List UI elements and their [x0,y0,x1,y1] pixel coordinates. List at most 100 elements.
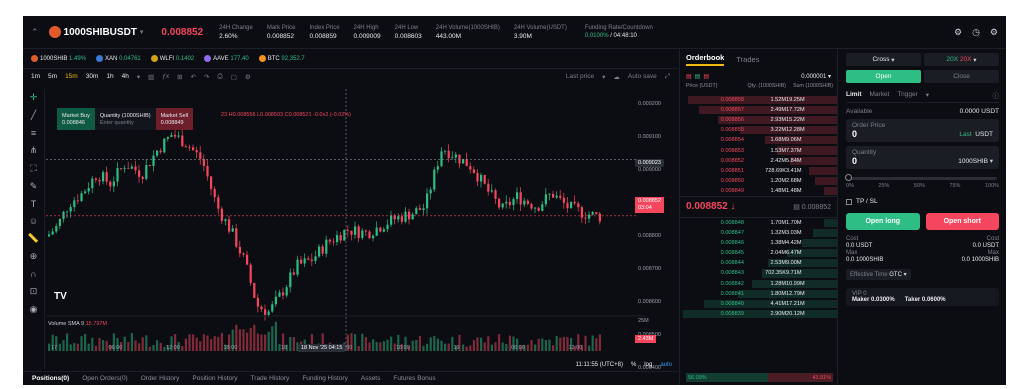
bottom-tab[interactable]: Order History [141,375,180,382]
tab-trigger[interactable]: Trigger [897,91,917,98]
log-toggle[interactable]: log [644,362,652,368]
orderbook-level[interactable]: 0.008858 1.52M 19.25M [680,95,837,105]
interval-15m[interactable]: 15m [65,73,78,80]
orderbook-level[interactable]: 0.008839 2.90M 20.12M [680,309,837,319]
quick-qty-field[interactable]: Quantity (1000SHIB) Enter quantity [94,108,156,130]
market-sell-button[interactable]: Market Sell 0.008849 [155,108,194,130]
layout-icon[interactable]: ▢ [231,73,237,81]
market-buy-button[interactable]: Market Buy 0.008846 [57,108,95,130]
quantity-field[interactable]: Quantity 0 1000SHIB ▾ [846,146,999,169]
order-price-field[interactable]: Order Price 0 Last USDT [846,119,999,142]
both-view-icon[interactable]: ▤ [686,73,692,80]
tpsl-checkbox[interactable] [846,198,852,205]
bids-view-icon[interactable]: ▤ [695,73,701,80]
ticker-item[interactable]: AAVE 177.40 [204,55,249,62]
orderbook-level[interactable]: 0.008846 1.38M 4.42M [680,238,837,248]
orderbook-level[interactable]: 0.008844 2.53M 9.00M [680,258,837,268]
bottom-tab[interactable]: Futures Bonus [393,375,435,382]
gear-icon[interactable]: ⚙ [990,27,998,38]
orderbook-level[interactable]: 0.008853 1.53M 7.37M [680,145,837,155]
close-tab[interactable]: Close [924,70,999,83]
asks-view-icon[interactable]: ▤ [703,73,709,80]
bottom-tab[interactable]: Positions(0) [32,375,69,382]
trendline-icon[interactable]: ╱ [31,110,36,121]
quantity-slider[interactable] [845,174,997,181]
tab-orderbook[interactable]: Orderbook [686,53,725,66]
tab-market[interactable]: Market [870,91,890,98]
tab-limit[interactable]: Limit [846,91,862,98]
orderbook-level[interactable]: 0.008847 1.32M 3.03M [680,228,837,238]
bottom-tab[interactable]: Funding History [302,375,348,382]
ticker-item[interactable]: BTC 92,352.7 [258,55,305,62]
percent-toggle[interactable]: % [631,362,636,368]
orderbook-level[interactable]: 0.008845 2.04M 6.47M [680,248,837,258]
hlines-icon[interactable]: ≡ [31,128,36,138]
chevron-down-icon[interactable]: ▾ [137,73,140,81]
autosave-label[interactable]: Auto save [628,73,657,80]
pitchfork-icon[interactable]: ⋔ [30,145,38,156]
orderbook-level[interactable]: 0.008849 1.48M 1.48M [680,186,837,196]
info-icon[interactable]: ⓘ [993,90,1000,100]
last-price-btn[interactable]: Last [959,131,971,138]
symbol-selector[interactable]: 1000SHIBUSDT ▾ [48,26,143,38]
slider-handle[interactable] [845,174,852,181]
open-long-button[interactable]: Open long [846,213,920,230]
eye-icon[interactable]: ◉ [30,304,38,315]
text-icon[interactable]: T [31,199,37,209]
interval-1h[interactable]: 1h [106,73,113,80]
tab-trades[interactable]: Trades [736,55,759,64]
open-tab[interactable]: Open [846,70,921,83]
ticker-item[interactable]: WLFI 0.1402 [150,55,194,62]
undo-icon[interactable]: ↶ [191,73,196,81]
leverage-select[interactable]: 20X 20X ▾ [924,53,999,66]
quantity-unit[interactable]: 1000SHIB [958,158,988,165]
precision-select[interactable]: 0.000001 ▾ [801,73,831,80]
orderbook-level[interactable]: 0.008850 1.20M 2.68M [680,176,837,186]
zoom-icon[interactable]: ⊕ [30,251,38,262]
orderbook-level[interactable]: 0.008842 1.28M 10.99M [680,279,837,289]
emoji-icon[interactable]: ☺ [29,216,38,226]
bottom-tab[interactable]: Open Orders(0) [82,375,128,382]
level-sum: 6.47M [786,250,802,257]
timer-icon[interactable]: ◷ [972,27,980,38]
orderbook-level[interactable]: 0.008840 4.41M 17.21M [680,299,837,309]
lock-icon[interactable]: ⊡ [30,286,38,297]
ticker-item[interactable]: 1000SHIB 1.49% [31,55,86,62]
magnet-icon[interactable]: ∩ [30,269,36,279]
orderbook-level[interactable]: 0.008852 2.42M 5.84M [680,156,837,166]
collapse-icon[interactable]: ⌃ [31,27,39,38]
interval-4h[interactable]: 4h [122,73,129,80]
interval-30m[interactable]: 30m [86,73,99,80]
fullscreen-icon[interactable]: ⤢ [665,73,670,81]
last-price-select[interactable]: Last price [566,73,594,80]
screenshot-icon[interactable]: ⎙ [218,73,223,81]
orderbook-level[interactable]: 0.008841 1.80M 12.79M [680,289,837,299]
settings-icon[interactable]: ⚙ [954,27,962,38]
orderbook-level[interactable]: 0.008855 3.22M 12.28M [680,125,837,135]
orderbook-level[interactable]: 0.008848 1.70M 1.70M [680,218,837,228]
candle-type-icon[interactable]: ▥ [148,73,154,81]
shapes-icon[interactable]: ⛶ [30,163,36,174]
bottom-tab[interactable]: Position History [192,375,237,382]
settings-icon[interactable]: ⚙ [245,73,251,81]
effective-time-select[interactable]: Effective Time GTC ▾ [846,269,911,280]
redo-icon[interactable]: ↷ [204,73,209,81]
brush-icon[interactable]: ✎ [30,181,38,192]
orderbook-level[interactable]: 0.008843 702.35K 9.71M [680,268,837,278]
interval-1m[interactable]: 1m [31,73,40,80]
margin-mode-select[interactable]: Cross ▾ [846,53,921,66]
indicator-icon[interactable]: ƒx [162,73,169,80]
crosshair-icon[interactable]: ✛ [30,92,38,103]
open-short-button[interactable]: Open short [925,213,999,230]
ruler-icon[interactable]: 📏 [28,233,39,244]
orderbook-level[interactable]: 0.008854 1.68M 9.06M [680,135,837,145]
grid-icon[interactable]: ⊞ [177,73,182,81]
orderbook-level[interactable]: 0.008856 2.93M 15.22M [680,115,837,125]
orderbook-level[interactable]: 0.008857 2.49M 17.72M [680,105,837,115]
bottom-tab[interactable]: Trade History [251,375,290,382]
interval-5m[interactable]: 5m [48,73,57,80]
auto-toggle[interactable]: auto [660,362,672,368]
bottom-tab[interactable]: Assets [361,375,381,382]
orderbook-level[interactable]: 0.008851 728.69K 3.41M [680,166,837,176]
ticker-item[interactable]: XAN 0.04761 [96,55,141,62]
